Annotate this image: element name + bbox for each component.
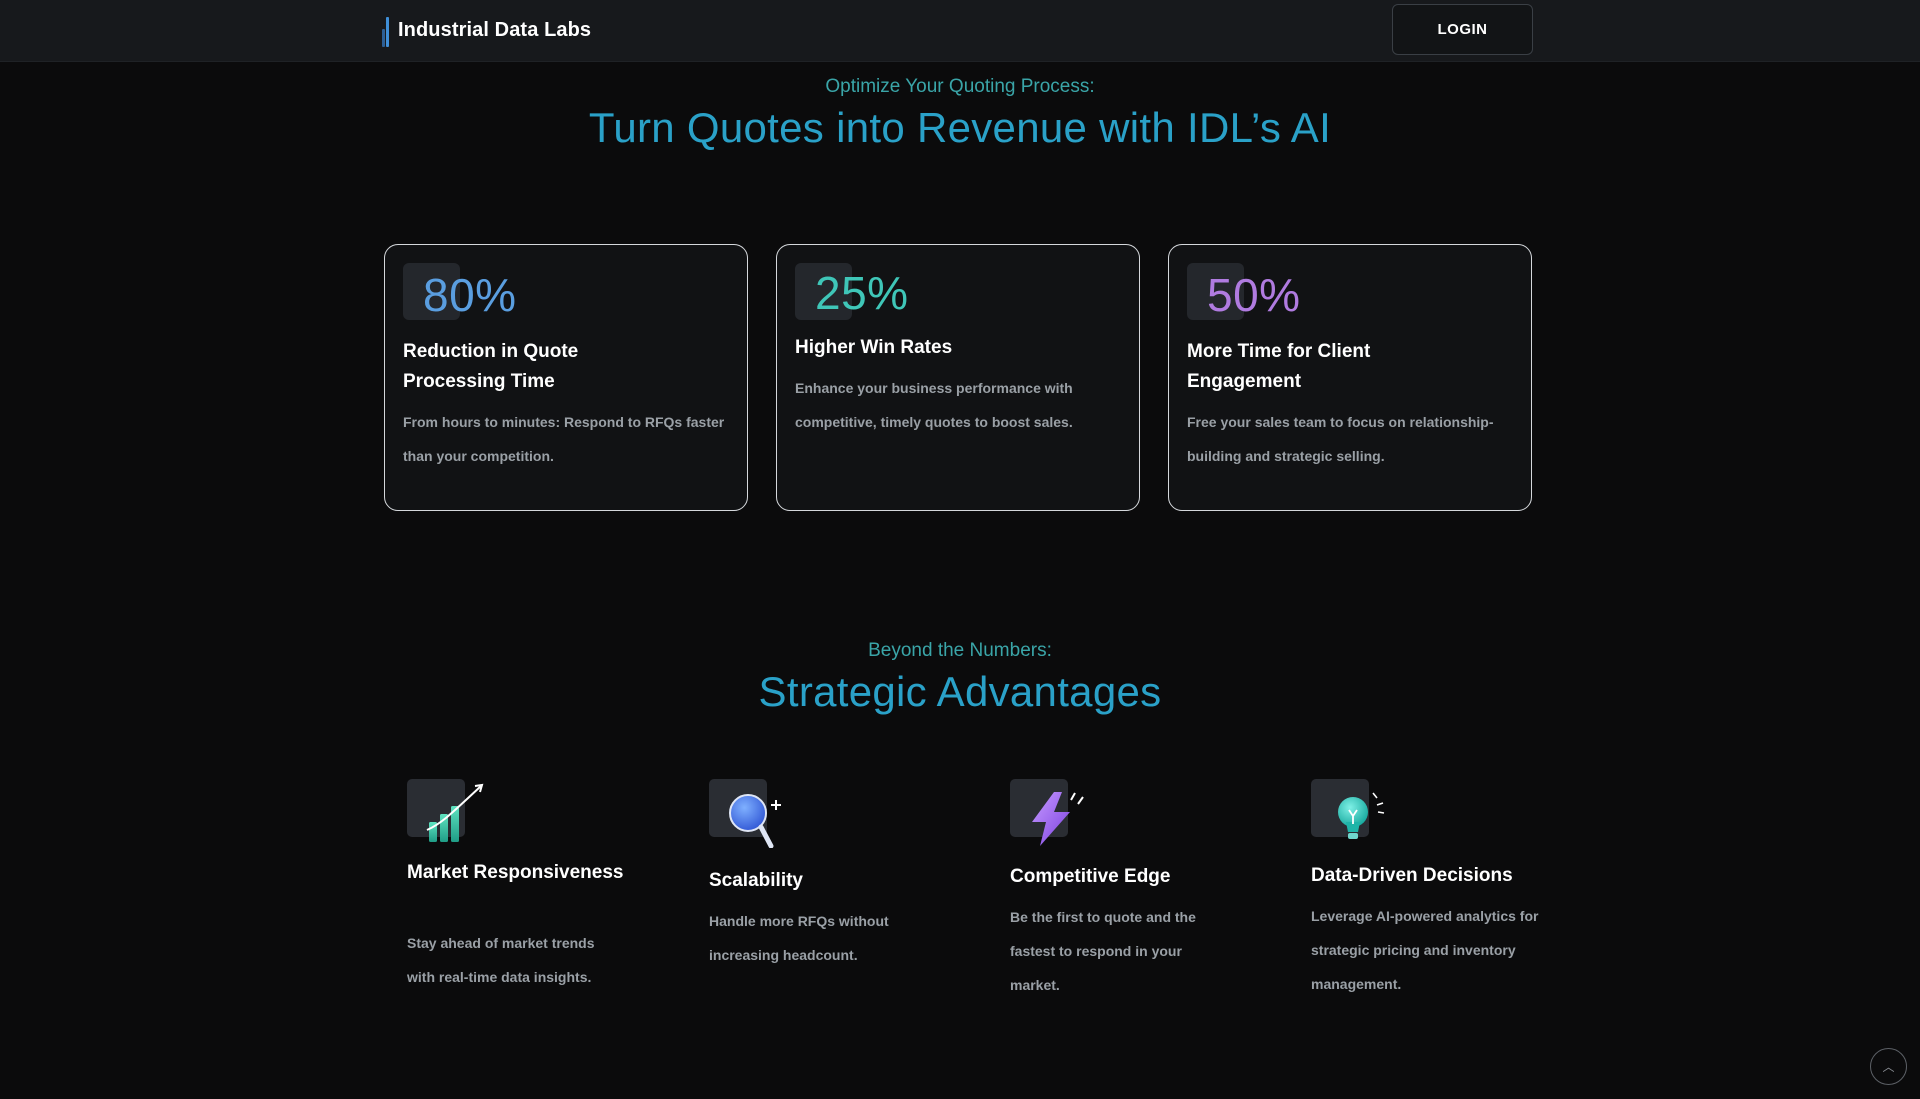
- stat-title: Reduction in Quote Processing Time: [403, 341, 579, 392]
- stat-title: Higher Win Rates: [795, 337, 953, 358]
- advantage-data-driven-decisions: Data-Driven Decisions Leverage AI-powere…: [1311, 778, 1561, 1008]
- advantage-title: Data-Driven Decisions: [1311, 865, 1513, 886]
- stat-description: From hours to minutes: Respond to RFQs f…: [403, 414, 725, 464]
- advantage-title: Market Responsiveness: [407, 862, 624, 883]
- hero-headline: Turn Quotes into Revenue with IDL’s AI: [588, 104, 1332, 151]
- advantage-description: Stay ahead of market trends with real-ti…: [407, 935, 595, 985]
- advantages-eyebrow: Beyond the Numbers:: [868, 640, 1052, 661]
- advantages-headline: Strategic Advantages: [758, 668, 1162, 715]
- magnifier-icon: [709, 778, 789, 848]
- advantage-description: Leverage AI-powered analytics for strate…: [1311, 908, 1539, 992]
- advantage-market-responsiveness: Market Responsiveness Stay ahead of mark…: [407, 778, 657, 1008]
- bar-chart-growth-icon: [407, 778, 487, 848]
- stat-card-client-engagement: 50% More Time for Client Engagement Free…: [1168, 244, 1532, 511]
- stat-description: Enhance your business performance with c…: [795, 380, 1073, 430]
- lightning-bolt-icon: [1010, 778, 1090, 848]
- advantage-title: Scalability: [709, 870, 803, 891]
- stat-value: 25%: [815, 267, 909, 319]
- brand-logo[interactable]: Industrial Data Labs: [382, 10, 591, 50]
- chevron-up-icon: ︿: [1882, 1060, 1895, 1074]
- scroll-to-top-button[interactable]: ︿: [1870, 1048, 1907, 1085]
- hero-eyebrow: Optimize Your Quoting Process:: [825, 76, 1095, 97]
- brand-bars-icon: [382, 13, 394, 47]
- advantage-scalability: Scalability Handle more RFQs without inc…: [709, 778, 959, 1008]
- top-navigation-bar: Industrial Data Labs LOGIN: [0, 0, 1920, 62]
- stat-value: 80%: [423, 269, 517, 321]
- advantage-description: Be the first to quote and the fastest to…: [1010, 909, 1196, 993]
- stat-card-win-rates: 25% Higher Win Rates Enhance your busine…: [776, 244, 1140, 511]
- brand-name: Industrial Data Labs: [398, 18, 592, 41]
- lightbulb-icon: [1311, 778, 1391, 848]
- advantage-title: Competitive Edge: [1010, 866, 1171, 887]
- advantage-competitive-edge: Competitive Edge Be the first to quote a…: [1010, 778, 1260, 1008]
- advantage-description: Handle more RFQs without increasing head…: [709, 913, 889, 963]
- stat-title: More Time for Client Engagement: [1187, 341, 1371, 392]
- stat-description: Free your sales team to focus on relatio…: [1187, 414, 1494, 464]
- login-button[interactable]: LOGIN: [1392, 4, 1533, 55]
- stat-value: 50%: [1207, 269, 1301, 321]
- stat-card-quote-time: 80% Reduction in Quote Processing Time F…: [384, 244, 748, 511]
